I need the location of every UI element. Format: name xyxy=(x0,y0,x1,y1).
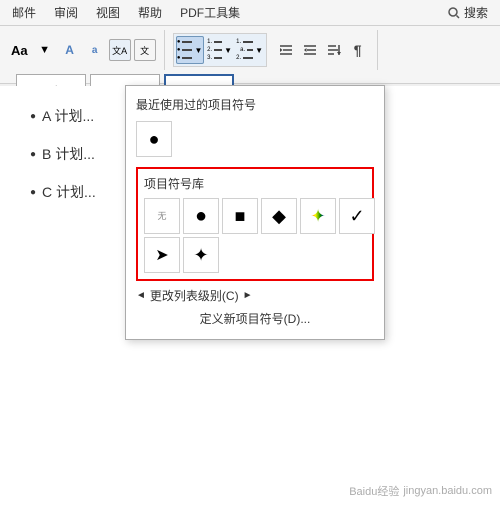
bullet-color-star[interactable]: ✦ xyxy=(300,198,336,234)
bullet-dropdown-panel: 最近使用过的项目符号 ● 项目符号库 无 ● ■ ◆ ✦ ✓ xyxy=(125,85,385,340)
bullet-four-star[interactable]: ✦ xyxy=(183,237,219,273)
action-row: ◄ 更改列表级别(C) ► xyxy=(136,287,374,304)
library-grid: 无 ● ■ ◆ ✦ ✓ ➤ ✦ xyxy=(144,198,366,273)
watermark: Baidu经验 jingyan.baidu.com xyxy=(349,483,492,499)
bullet-diamond[interactable]: ◆ xyxy=(261,198,297,234)
arrow-right-icon: ► xyxy=(243,290,253,301)
list-group: ● ● ● ▼ 1. 2. 3. ▼ 1. a. 2. ▼ xyxy=(173,33,267,67)
doc-line-3-text: C 计划... xyxy=(42,182,96,202)
align-group: ¶ xyxy=(275,39,369,61)
recent-bullet-filled-circle[interactable]: ● xyxy=(136,121,172,157)
ribbon-sep-1 xyxy=(164,30,165,70)
bullet-list-btn[interactable]: ● ● ● ▼ xyxy=(176,36,204,64)
bullet-filled-square[interactable]: ■ xyxy=(222,198,258,234)
font-dropdown[interactable]: ▼ xyxy=(34,39,56,61)
ribbon-sep-2 xyxy=(377,30,378,70)
bullet-checkmark[interactable]: ✓ xyxy=(339,198,375,234)
recent-section-title: 最近使用过的项目符号 xyxy=(136,96,374,113)
watermark-url: jingyan.baidu.com xyxy=(403,485,492,497)
change-level-btn[interactable]: ◄ 更改列表级别(C) ► xyxy=(136,287,252,304)
bullet-3: ● xyxy=(30,187,36,198)
multilevel-list-btn[interactable]: 1. a. 2. ▼ xyxy=(236,36,264,64)
font-controls: Aa ▼ A a 文A 文 xyxy=(8,39,156,61)
bullet-filled-circle[interactable]: ● xyxy=(183,198,219,234)
bullet-none[interactable]: 无 xyxy=(144,198,180,234)
indent-increase-btn[interactable] xyxy=(275,39,297,61)
menu-bar: 邮件 审阅 视图 帮助 PDF工具集 搜索 xyxy=(0,0,500,26)
search-icon xyxy=(448,7,460,19)
indent-icon xyxy=(278,42,294,58)
menu-search[interactable]: 搜索 xyxy=(444,3,492,22)
library-section-title: 项目符号库 xyxy=(144,175,366,192)
font-size-btn[interactable]: Aa xyxy=(8,39,31,61)
menu-mail[interactable]: 邮件 xyxy=(8,3,40,22)
arrow-left-icon: ◄ xyxy=(136,290,146,301)
library-box: 项目符号库 无 ● ■ ◆ ✦ ✓ ➤ ✦ xyxy=(136,167,374,281)
bullet-1: ● xyxy=(30,111,36,122)
outdent-icon xyxy=(302,42,318,58)
font-increase-btn[interactable]: A xyxy=(59,39,81,61)
doc-line-1-text: A 计划... xyxy=(42,106,94,126)
doc-line-2-text: B 计划... xyxy=(42,144,95,164)
bullet-2: ● xyxy=(30,149,36,160)
numbered-list-btn[interactable]: 1. 2. 3. ▼ xyxy=(206,36,234,64)
sort-icon xyxy=(326,42,342,58)
indent-decrease-btn[interactable] xyxy=(299,39,321,61)
menu-pdf[interactable]: PDF工具集 xyxy=(176,3,244,22)
sort-btn[interactable] xyxy=(323,39,345,61)
recent-bullets-row: ● xyxy=(136,121,374,157)
menu-help[interactable]: 帮助 xyxy=(134,3,166,22)
define-new-bullet-btn[interactable]: 定义新项目符号(D)... xyxy=(136,308,374,329)
font-az-btn[interactable]: 文A xyxy=(109,39,131,61)
ribbon: Aa ▼ A a 文A 文 ● ● ● ▼ 1. 2. 3. ▼ xyxy=(0,26,500,84)
font-wen-btn[interactable]: 文 xyxy=(134,39,156,61)
font-decrease-btn[interactable]: a xyxy=(84,39,106,61)
bullet-arrow[interactable]: ➤ xyxy=(144,237,180,273)
watermark-site: Baidu经验 xyxy=(349,483,399,499)
menu-view[interactable]: 视图 xyxy=(92,3,124,22)
show-marks-btn[interactable]: ¶ xyxy=(347,39,369,61)
menu-review[interactable]: 审阅 xyxy=(50,3,82,22)
